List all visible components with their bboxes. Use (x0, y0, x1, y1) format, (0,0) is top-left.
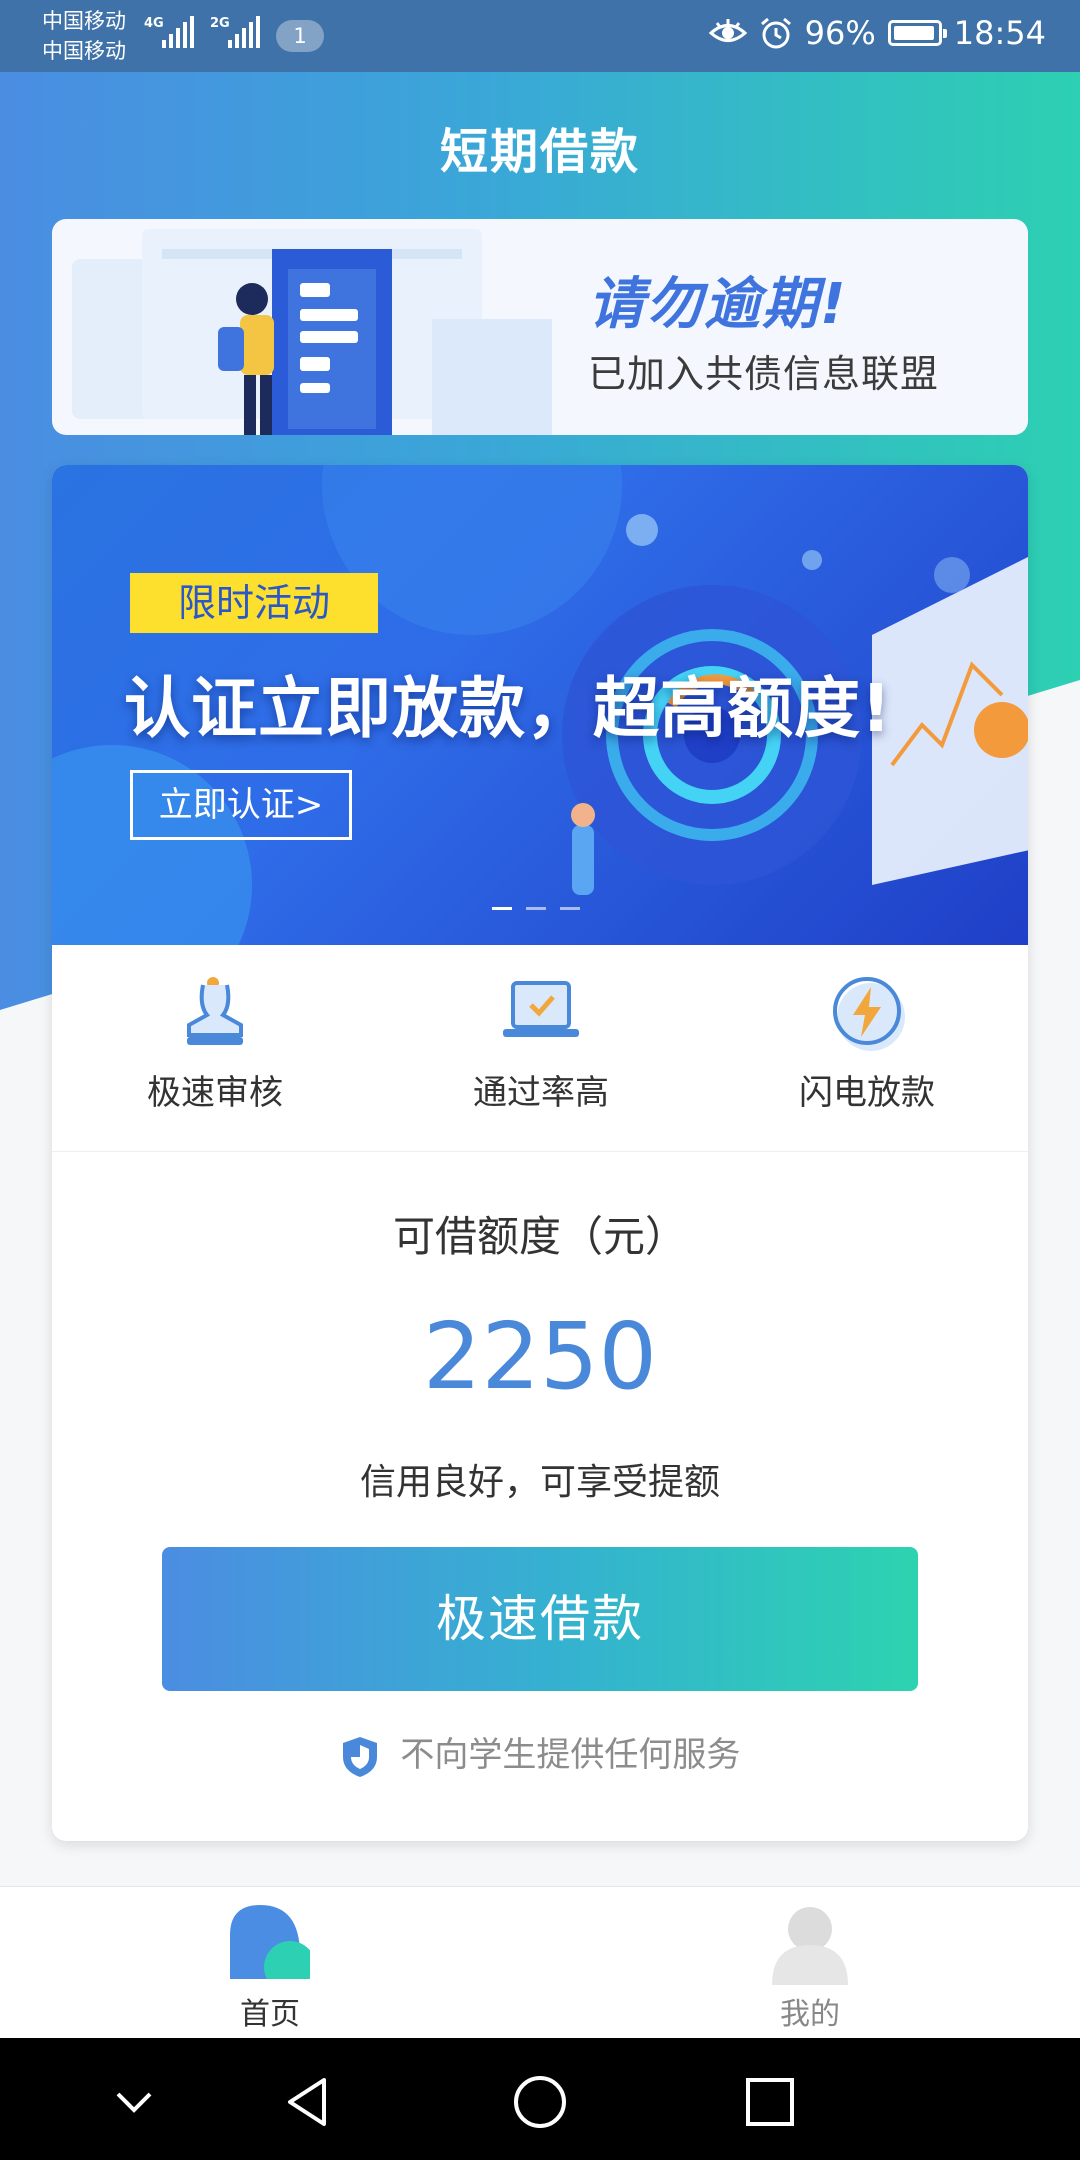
promo-carousel[interactable]: 限时活动 认证立即放款，超高额度! 立即认证> (52, 465, 1028, 945)
carousel-dot[interactable] (526, 907, 546, 910)
feature-high-approval: 通过率高 (378, 945, 704, 1151)
credit-limit-label: 可借额度（元） (392, 1212, 687, 1261)
tab-home[interactable]: 首页 (170, 1887, 370, 2039)
battery-fill (893, 26, 934, 40)
bottom-tab-bar: 首页 我的 (0, 1886, 1080, 2039)
tab-profile[interactable]: 我的 (710, 1887, 910, 2039)
notice-title: 请勿逾期! (588, 272, 848, 337)
credit-status-note: 信用良好，可享受提额 (359, 1462, 720, 1503)
loan-card: 限时活动 认证立即放款，超高额度! 立即认证> 极速审核 通过率高 闪电放款 可… (52, 465, 1028, 1841)
limited-time-tag: 限时活动 (130, 573, 378, 633)
carrier-1: 中国移动 (42, 9, 126, 33)
clock-time: 18:54 (953, 14, 1046, 52)
verify-now-button[interactable]: 立即认证> (130, 770, 352, 840)
student-disclaimer: 不向学生提供任何服务 (52, 1727, 1028, 1779)
overdue-notice-banner[interactable]: 请勿逾期! 已加入共债信息联盟 (52, 219, 1028, 435)
status-bar: 中国移动 中国移动 4G 2G 1 96% 18:54 (0, 0, 1080, 72)
feature-fast-review: 极速审核 (52, 945, 378, 1151)
notice-subtitle: 已加入共债信息联盟 (588, 352, 940, 396)
network-type-2: 2G (210, 16, 230, 31)
collapse-chevron-icon[interactable] (106, 2074, 162, 2130)
lightning-icon (833, 977, 905, 1051)
carrier-labels: 中国移动 中国移动 (42, 6, 126, 66)
feature-highlights: 极速审核 通过率高 闪电放款 (52, 945, 1028, 1152)
system-navigation-bar (0, 2038, 1080, 2160)
feature-label: 极速审核 (147, 1073, 283, 1113)
alarm-icon (760, 17, 791, 49)
credit-alliance-illustration (72, 229, 552, 435)
signal-strength-icon (228, 16, 263, 48)
eye-comfort-icon (708, 19, 747, 42)
network-type-1: 4G (144, 16, 164, 31)
feature-label: 通过率高 (473, 1073, 609, 1113)
home-icon (230, 1905, 310, 1985)
laptop-check-icon (503, 981, 579, 1037)
disclaimer-text: 不向学生提供任何服务 (400, 1735, 741, 1775)
battery-icon (887, 20, 947, 46)
signal-strength-icon (162, 16, 197, 48)
shield-icon (342, 1736, 377, 1777)
home-circle-icon[interactable] (512, 2074, 568, 2130)
stamp-icon (187, 977, 243, 1045)
tab-label: 我的 (780, 1997, 840, 2032)
carousel-indicator (492, 907, 580, 910)
credit-limit-amount: 2250 (422, 1303, 658, 1410)
recents-square-icon[interactable] (742, 2074, 798, 2130)
tab-label: 首页 (240, 1997, 300, 2032)
promo-headline: 认证立即放款，超高额度! (124, 670, 893, 747)
feature-instant-payout: 闪电放款 (704, 945, 1028, 1151)
battery-percent: 96% (804, 14, 876, 52)
carousel-dot[interactable] (492, 907, 512, 910)
carrier-2: 中国移动 (42, 39, 126, 63)
page-title: 短期借款 (439, 124, 640, 180)
back-triangle-icon[interactable] (280, 2074, 336, 2130)
quick-loan-button[interactable]: 极速借款 (162, 1547, 918, 1691)
profile-icon (772, 1907, 848, 1985)
feature-label: 闪电放款 (799, 1073, 935, 1113)
notification-count-badge: 1 (276, 20, 324, 52)
carousel-dot[interactable] (560, 907, 580, 910)
